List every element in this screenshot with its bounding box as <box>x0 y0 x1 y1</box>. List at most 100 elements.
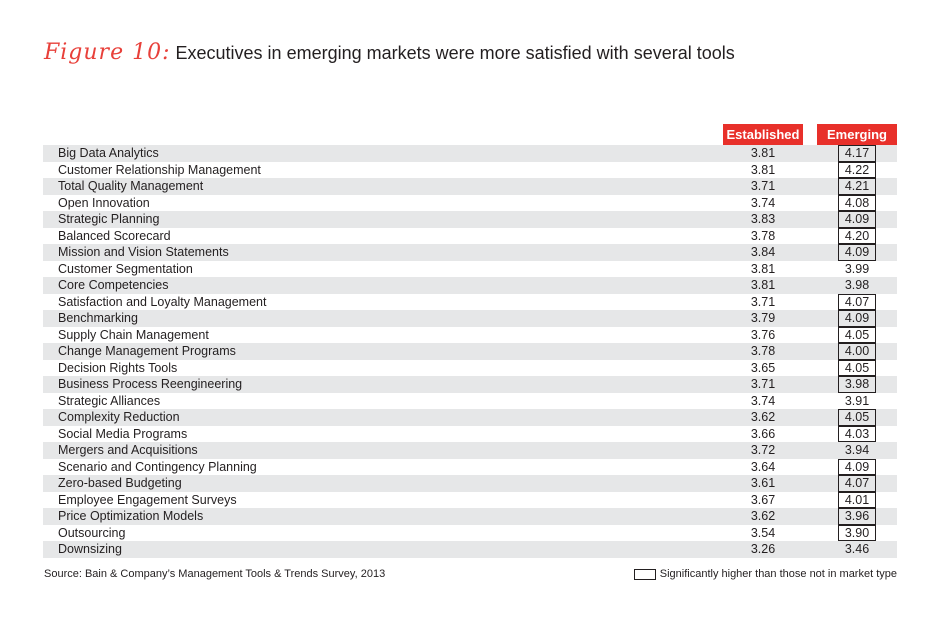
table-row: Employee Engagement Surveys 3.67 4.01 <box>43 491 897 508</box>
established-value: 3.84 <box>750 245 776 259</box>
tool-name: Strategic Planning <box>58 212 160 226</box>
tool-name: Complexity Reduction <box>58 410 180 424</box>
emerging-value-significant: 3.98 <box>838 376 876 393</box>
emerging-value-significant: 4.07 <box>838 293 876 310</box>
table-row: Strategic Alliances 3.74 3.91 <box>43 393 897 410</box>
tool-name: Customer Relationship Management <box>58 162 261 177</box>
figure-number: Figure 10: <box>44 40 171 65</box>
table-row: Change Management Programs 3.78 4.00 <box>43 343 897 360</box>
table-row: Customer Segmentation 3.81 3.99 <box>43 261 897 278</box>
tool-name: Change Management Programs <box>58 344 236 358</box>
established-value: 3.81 <box>750 146 776 160</box>
legend-label: Significantly higher than those not in m… <box>659 568 897 580</box>
established-value: 3.72 <box>750 443 776 457</box>
emerging-value: 3.46 <box>844 542 870 556</box>
table-row: Zero-based Budgeting 3.61 4.07 <box>43 475 897 492</box>
table-row: Social Media Programs 3.66 4.03 <box>43 425 897 442</box>
established-value: 3.74 <box>750 393 776 408</box>
established-value: 3.83 <box>750 212 776 226</box>
tool-name: Total Quality Management <box>58 179 204 193</box>
emerging-value-significant: 4.21 <box>838 178 876 195</box>
tool-name: Mergers and Acquisitions <box>58 443 198 457</box>
table-row: Total Quality Management 3.71 4.21 <box>43 178 897 195</box>
tool-name: Supply Chain Management <box>58 327 209 342</box>
table-row: Satisfaction and Loyalty Management 3.71 4… <box>43 293 897 310</box>
tool-name: Zero-based Budgeting <box>58 476 182 490</box>
table-row: Balanced Scorecard 3.78 4.20 <box>43 227 897 244</box>
legend: Significantly higher than those not in m… <box>633 568 897 580</box>
established-value: 3.81 <box>750 261 776 276</box>
established-value: 3.64 <box>750 459 776 474</box>
tool-name: Downsizing <box>58 542 122 556</box>
header-established: Established <box>723 124 803 145</box>
tool-name: Social Media Programs <box>58 426 188 441</box>
emerging-value-significant: 3.90 <box>838 524 876 541</box>
table-row: Decision Rights Tools 3.65 4.05 <box>43 359 897 376</box>
established-value: 3.66 <box>750 426 776 441</box>
emerging-value-significant: 4.08 <box>838 194 876 211</box>
header-emerging: Emerging <box>817 124 897 145</box>
tool-name: Outsourcing <box>58 525 126 540</box>
established-value: 3.65 <box>750 360 776 375</box>
tool-name: Satisfaction and Loyalty Management <box>58 294 267 309</box>
established-value: 3.71 <box>750 294 776 309</box>
emerging-value-significant: 4.09 <box>838 458 876 475</box>
established-value: 3.81 <box>750 278 776 292</box>
table-body: Big Data Analytics 3.81 4.17 Customer Relat… <box>43 145 897 558</box>
emerging-value-significant: 4.07 <box>838 475 876 492</box>
tool-name: Business Process Reengineering <box>58 377 243 391</box>
table-row: Big Data Analytics 3.81 4.17 <box>43 145 897 162</box>
emerging-value-significant: 4.05 <box>838 409 876 426</box>
emerging-value-significant: 4.17 <box>838 145 876 162</box>
tool-name: Open Innovation <box>58 195 150 210</box>
tool-name: Decision Rights Tools <box>58 360 178 375</box>
tool-name: Price Optimization Models <box>58 509 204 523</box>
tool-name: Big Data Analytics <box>58 146 159 160</box>
established-value: 3.71 <box>750 377 776 391</box>
table-row: Customer Relationship Management 3.81 4.22 <box>43 161 897 178</box>
established-value: 3.74 <box>750 195 776 210</box>
tool-name: Customer Segmentation <box>58 261 193 276</box>
tool-name: Benchmarking <box>58 311 138 325</box>
emerging-value-significant: 4.09 <box>838 244 876 261</box>
emerging-value-significant: 4.01 <box>838 491 876 508</box>
table-row: Supply Chain Management 3.76 4.05 <box>43 326 897 343</box>
emerging-value-significant: 3.96 <box>838 508 876 525</box>
established-value: 3.81 <box>750 162 776 177</box>
emerging-value: 3.99 <box>844 261 870 276</box>
table-row: Scenario and Contingency Planning 3.64 4.0… <box>43 458 897 475</box>
table-row: Strategic Planning 3.83 4.09 <box>43 211 897 228</box>
established-value: 3.78 <box>750 344 776 358</box>
table-row: Outsourcing 3.54 3.90 <box>43 524 897 541</box>
established-value: 3.78 <box>750 228 776 243</box>
table-row: Price Optimization Models 3.62 3.96 <box>43 508 897 525</box>
established-value: 3.76 <box>750 327 776 342</box>
legend-box-icon <box>633 568 656 580</box>
source-note: Source: Bain & Company’s Management Tool… <box>44 568 386 580</box>
established-value: 3.62 <box>750 410 776 424</box>
table-row: Complexity Reduction 3.62 4.05 <box>43 409 897 426</box>
emerging-value-significant: 4.22 <box>838 161 876 178</box>
table-row: Downsizing 3.26 3.46 <box>43 541 897 558</box>
emerging-value-significant: 4.09 <box>838 310 876 327</box>
emerging-value-significant: 4.05 <box>838 359 876 376</box>
table-row: Core Competencies 3.81 3.98 <box>43 277 897 294</box>
figure-title: Figure 10: Executives in emerging market… <box>44 40 735 65</box>
table-row: Mission and Vision Statements 3.84 4.09 <box>43 244 897 261</box>
table-row: Open Innovation 3.74 4.08 <box>43 194 897 211</box>
emerging-value-significant: 4.03 <box>838 425 876 442</box>
tool-name: Scenario and Contingency Planning <box>58 459 257 474</box>
established-value: 3.26 <box>750 542 776 556</box>
table-row: Business Process Reengineering 3.71 3.98 <box>43 376 897 393</box>
tool-name: Balanced Scorecard <box>58 228 171 243</box>
figure: Figure 10: Executives in emerging market… <box>0 0 950 632</box>
emerging-value-significant: 4.09 <box>838 211 876 228</box>
emerging-value-significant: 4.00 <box>838 343 876 360</box>
emerging-value: 3.94 <box>844 443 870 457</box>
established-value: 3.71 <box>750 179 776 193</box>
tool-name: Mission and Vision Statements <box>58 245 229 259</box>
table-row: Mergers and Acquisitions 3.72 3.94 <box>43 442 897 459</box>
emerging-value: 3.98 <box>844 278 870 292</box>
table-row: Benchmarking 3.79 4.09 <box>43 310 897 327</box>
established-value: 3.67 <box>750 492 776 507</box>
